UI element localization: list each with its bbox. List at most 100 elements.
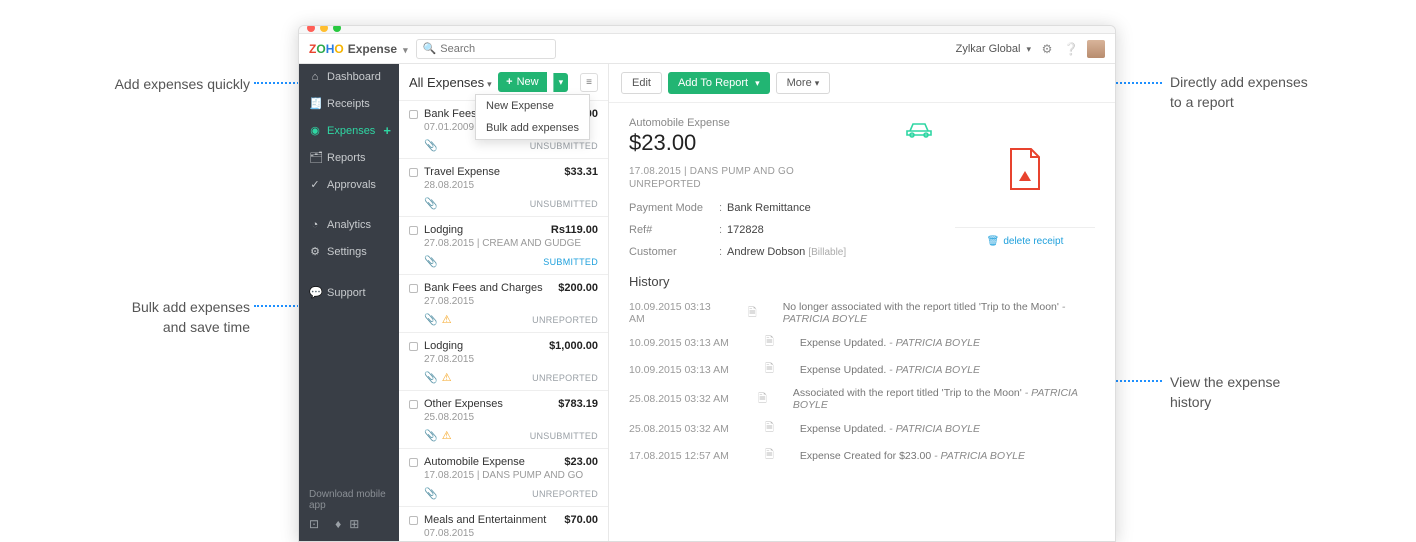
- plus-icon: +: [506, 76, 512, 88]
- new-dropdown-menu: New ExpenseBulk add expenses: [475, 94, 590, 140]
- chevron-down-icon: [401, 42, 408, 56]
- detail-value: Andrew Dobson [Billable]: [727, 246, 935, 258]
- window-minimize-icon[interactable]: [320, 25, 328, 32]
- edit-button[interactable]: Edit: [621, 72, 662, 94]
- delete-receipt-link[interactable]: 🗑delete receipt: [955, 227, 1095, 247]
- download-app-label: Download mobile app: [309, 489, 389, 511]
- row-checkbox[interactable]: [409, 342, 418, 351]
- search-input[interactable]: [440, 43, 548, 55]
- row-checkbox[interactable]: [409, 516, 418, 525]
- expense-row[interactable]: Travel Expense$33.3128.08.2015📎UNSUBMITT…: [399, 159, 608, 217]
- gear-icon[interactable]: ⚙: [1039, 41, 1055, 57]
- list-options-button[interactable]: ≡: [580, 73, 598, 92]
- window-titlebar: [299, 26, 1115, 34]
- sidebar-icon: ◔: [309, 219, 321, 231]
- android-icon[interactable]: ⊡: [309, 517, 319, 531]
- add-to-report-button[interactable]: Add To Report: [668, 72, 770, 94]
- warning-icon: ⚠: [442, 371, 452, 384]
- sidebar-item-analytics[interactable]: ◔Analytics: [299, 212, 399, 238]
- trash-icon: 🗑: [987, 236, 1000, 247]
- row-amount: $1,000.00: [549, 340, 598, 352]
- row-name: Lodging: [424, 224, 463, 236]
- row-checkbox[interactable]: [409, 284, 418, 293]
- more-button[interactable]: More: [776, 72, 831, 94]
- org-switcher[interactable]: Zylkar Global: [956, 43, 1031, 55]
- sidebar-item-label: Expenses: [327, 125, 375, 137]
- sidebar-item-approvals[interactable]: ✓Approvals: [299, 171, 399, 198]
- row-date: 07.08.2015: [424, 528, 598, 539]
- history-message: Expense Updated. - PATRICIA BOYLE: [800, 337, 980, 349]
- row-checkbox[interactable]: [409, 168, 418, 177]
- row-checkbox[interactable]: [409, 400, 418, 409]
- window-zoom-icon[interactable]: [333, 25, 341, 32]
- sidebar-icon: 💬: [309, 286, 321, 299]
- row-status: UNREPORTED: [532, 489, 598, 499]
- sidebar-icon: ⌂: [309, 71, 321, 83]
- expense-row[interactable]: Other Expenses$783.1925.08.2015📎⚠UNSUBMI…: [399, 391, 608, 449]
- new-button[interactable]: +New: [498, 72, 546, 92]
- list-title[interactable]: All Expenses: [409, 75, 492, 90]
- search-box[interactable]: 🔍: [416, 39, 556, 59]
- detail-key: Ref#: [629, 224, 719, 236]
- sidebar-item-expenses[interactable]: ◉ Expenses +: [299, 117, 399, 144]
- doc-icon: 🗎: [765, 419, 774, 438]
- expense-row[interactable]: Bank Fees and Charges$200.0027.08.2015📎⚠…: [399, 275, 608, 333]
- expense-row[interactable]: Meals and Entertainment$70.0007.08.2015: [399, 507, 608, 541]
- history-message: Associated with the report titled 'Trip …: [793, 387, 1095, 411]
- row-date: 28.08.2015: [424, 180, 598, 191]
- sidebar-item-settings[interactable]: ⚙Settings: [299, 238, 399, 265]
- history-user: - PATRICIA BOYLE: [889, 364, 980, 376]
- doc-icon: 🗎: [765, 446, 774, 465]
- sidebar-item-dashboard[interactable]: ⌂Dashboard: [299, 64, 399, 90]
- history-user: - PATRICIA BOYLE: [889, 337, 980, 349]
- history-user: - PATRICIA BOYLE: [889, 423, 980, 435]
- avatar[interactable]: [1087, 40, 1105, 58]
- help-icon[interactable]: ❔: [1063, 41, 1079, 57]
- window-close-icon[interactable]: [307, 25, 315, 32]
- app-window: ZOHO Expense 🔍 Zylkar Global ⚙ ❔ ⌂Dashbo…: [298, 25, 1116, 542]
- sidebar-icon: ⚙: [309, 245, 321, 258]
- sidebar-item-receipts[interactable]: 🧾Receipts: [299, 90, 399, 117]
- row-name: Meals and Entertainment: [424, 514, 546, 526]
- sidebar-item-reports[interactable]: 🗂Reports: [299, 144, 399, 171]
- history-row: 25.08.2015 03:32 AM🗎Associated with the …: [629, 383, 1095, 415]
- paperclip-icon: 📎: [424, 197, 438, 210]
- android2-icon[interactable]: ♦: [335, 517, 341, 531]
- history-user: - PATRICIA BOYLE: [783, 301, 1066, 325]
- expense-row[interactable]: Automobile Expense$23.0017.08.2015 | DAN…: [399, 449, 608, 507]
- sidebar-item-support[interactable]: 💬Support: [299, 279, 399, 306]
- new-dropdown-toggle[interactable]: ▾: [553, 73, 569, 92]
- sidebar: ⌂Dashboard🧾Receipts ◉ Expenses + 🗂Reports✓Ap…: [299, 64, 399, 541]
- row-name: Automobile Expense: [424, 456, 525, 468]
- dropdown-item[interactable]: New Expense: [476, 95, 589, 117]
- search-icon: 🔍: [423, 42, 437, 55]
- row-date: 27.08.2015: [424, 354, 598, 365]
- paperclip-icon: 📎: [424, 139, 438, 152]
- history-timestamp: 25.08.2015 03:32 AM: [629, 393, 732, 405]
- windows-icon[interactable]: ⊞: [349, 517, 359, 531]
- row-status: UNREPORTED: [532, 373, 598, 383]
- annotation-bulk-add: Bulk add expenses and save time: [30, 298, 250, 337]
- sidebar-icon: ◉: [309, 124, 321, 137]
- expense-row[interactable]: Lodging$1,000.0027.08.2015📎⚠UNREPORTED: [399, 333, 608, 391]
- add-expense-plus-icon[interactable]: +: [383, 123, 391, 138]
- doc-icon: 🗎: [765, 360, 774, 379]
- row-status: SUBMITTED: [543, 257, 598, 267]
- annotation-history: View the expense history: [1170, 373, 1370, 412]
- expense-row[interactable]: LodgingRs119.0027.08.2015 | CREAM AND GU…: [399, 217, 608, 275]
- dropdown-item[interactable]: Bulk add expenses: [476, 117, 589, 139]
- pdf-icon[interactable]: [1007, 147, 1043, 191]
- history-row: 10.09.2015 03:13 AM🗎Expense Updated. - P…: [629, 329, 1095, 356]
- doc-icon: 🗎: [748, 304, 757, 323]
- app-brand[interactable]: ZOHO Expense: [309, 42, 408, 56]
- history-section: History 10.09.2015 03:13 AM🗎No longer as…: [609, 266, 1115, 469]
- row-date: 27.08.2015: [424, 296, 598, 307]
- row-name: Other Expenses: [424, 398, 503, 410]
- row-checkbox[interactable]: [409, 458, 418, 467]
- row-checkbox[interactable]: [409, 226, 418, 235]
- row-date: 25.08.2015: [424, 412, 598, 423]
- row-checkbox[interactable]: [409, 110, 418, 119]
- row-status: UNSUBMITTED: [530, 431, 598, 441]
- history-message: Expense Created for $23.00 - PATRICIA BO…: [800, 450, 1025, 462]
- history-message: Expense Updated. - PATRICIA BOYLE: [800, 364, 980, 376]
